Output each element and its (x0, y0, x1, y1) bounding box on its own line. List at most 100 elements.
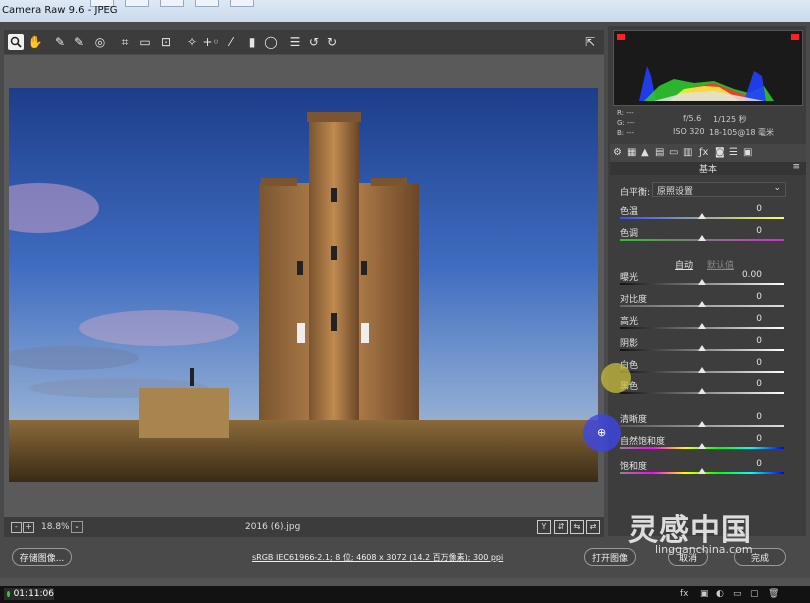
slider-thumb[interactable] (698, 421, 706, 427)
slider-thumb[interactable] (698, 323, 706, 329)
before-after-icon[interactable]: Y (537, 520, 551, 534)
split-toning-tab-icon[interactable]: ▭ (669, 147, 678, 158)
tone-curve-tab-icon[interactable]: ▦ (627, 147, 636, 158)
save-image-button[interactable]: 存储图像... (12, 548, 72, 566)
presets-tab-icon[interactable]: ☰ (729, 147, 738, 158)
slider-value[interactable]: 0 (740, 204, 762, 214)
zoom-level[interactable]: 18.8% (41, 522, 70, 532)
basic-tab-icon[interactable]: ⚙ (613, 147, 622, 158)
slider-value[interactable]: 0.00 (740, 270, 762, 280)
iso: ISO 320 (673, 127, 705, 136)
slider-label: 色温 (620, 207, 639, 217)
slider-label: 自然饱和度 (620, 437, 666, 447)
slider-value[interactable]: 0 (740, 336, 762, 346)
slider-thumb[interactable] (698, 213, 706, 219)
hand-icon[interactable]: ✋ (27, 34, 43, 50)
slider-value[interactable]: 0 (740, 459, 762, 469)
slider-value[interactable]: 0 (740, 292, 762, 302)
section-title: 基本 ≡ (610, 162, 806, 175)
mask-icon[interactable]: ▣ (700, 589, 709, 599)
hsl-tab-icon[interactable]: ▤ (655, 147, 664, 158)
trash-icon[interactable]: 🗑 (768, 589, 779, 599)
window-tab[interactable] (230, 0, 254, 7)
transform-icon[interactable]: ⊡ (158, 34, 174, 50)
open-image-button[interactable]: 打开图像 (584, 548, 636, 566)
crop-icon[interactable]: ⌗ (117, 34, 133, 50)
slider-label: 清晰度 (620, 415, 648, 425)
new-layer-icon[interactable]: ▢ (750, 589, 759, 599)
timer-value: 01:11:06 (13, 589, 54, 599)
detail-tab-icon[interactable]: ▲ (641, 147, 649, 158)
fx-icon[interactable]: fx (680, 589, 689, 599)
slider-value[interactable]: 0 (740, 379, 762, 389)
slider-thumb[interactable] (698, 301, 706, 307)
rotate-right-icon[interactable]: ↻ (324, 34, 340, 50)
straighten-icon[interactable]: ▭ (137, 34, 153, 50)
lens: 18-105@18 毫米 (709, 128, 775, 137)
target-adjust-icon[interactable]: ◎ (92, 34, 108, 50)
white-balance-label: 白平衡: (620, 188, 651, 198)
zoom-in-button[interactable]: + (23, 522, 34, 533)
adjustment-icon[interactable]: ◐ (716, 589, 724, 599)
rotate-left-icon[interactable]: ↺ (306, 34, 322, 50)
slider-thumb[interactable] (698, 468, 706, 474)
image-preview[interactable] (9, 88, 598, 482)
panel-tabs: ⚙ ▦ ▲ ▤ ▭ ▥ ƒx ◙ ☰ ▣ (610, 144, 806, 162)
toggle-settings-icon[interactable]: ⇄ (586, 520, 600, 534)
histogram (613, 30, 803, 106)
fx-tab-icon[interactable]: ƒx (699, 147, 708, 158)
slider-thumb[interactable] (698, 388, 706, 394)
auto-link[interactable]: 自动 (675, 258, 693, 271)
panel-menu-icon[interactable]: ≡ (792, 162, 800, 172)
fullscreen-icon[interactable]: ⇱ (582, 34, 598, 50)
slider-value[interactable]: 0 (740, 434, 762, 444)
slider-value[interactable]: 0 (740, 226, 762, 236)
camera-calibration-tab-icon[interactable]: ◙ (715, 147, 725, 158)
recording-timer: 01:11:06 (4, 588, 54, 600)
filename: 2016 (6).jpg (245, 522, 301, 532)
zoom-dropdown-icon[interactable]: ⌄ (71, 521, 83, 533)
graduated-filter-icon[interactable]: ▮ (244, 34, 260, 50)
r-readout: R: --- (617, 109, 634, 117)
swap-settings-icon[interactable]: ⇵ (554, 520, 568, 534)
slider-thumb[interactable] (698, 345, 706, 351)
window-tab[interactable] (195, 0, 219, 7)
slider-thumb[interactable] (698, 443, 706, 449)
cursor-highlight (601, 363, 631, 393)
radial-filter-icon[interactable]: ◯ (263, 34, 279, 50)
snapshots-tab-icon[interactable]: ▣ (743, 147, 752, 158)
default-link[interactable]: 默认值 (707, 258, 734, 271)
color-sampler-icon[interactable]: ✎ (71, 34, 87, 50)
highlight-clipping-icon (791, 34, 799, 40)
toolbar: ✋ ✎ ✎ ◎ ⌗ ▭ ⊡ ✧ +◦ ⁄ ▮ ◯ ☰ ↺ ↻ ⇱ (4, 30, 604, 54)
window-tab[interactable] (160, 0, 184, 7)
chevron-down-icon: ⌄ (773, 183, 781, 193)
slider-value[interactable]: 0 (740, 358, 762, 368)
b-readout: B: --- (617, 129, 634, 137)
copy-settings-icon[interactable]: ⇆ (570, 520, 584, 534)
slider-thumb[interactable] (698, 367, 706, 373)
pointer-cursor-icon: ⊕ (597, 426, 607, 439)
taskbar: fx ▣ ◐ ▭ ▢ 🗑 (0, 586, 810, 603)
slider-value[interactable]: 0 (740, 314, 762, 324)
slider-label: 曝光 (620, 273, 639, 283)
slider-thumb[interactable] (698, 279, 706, 285)
slider-thumb[interactable] (698, 235, 706, 241)
white-balance-icon[interactable]: ✎ (52, 34, 68, 50)
zoom-icon[interactable] (8, 34, 24, 50)
list-icon[interactable]: ☰ (287, 34, 303, 50)
red-eye-icon[interactable]: +◦ (202, 34, 219, 50)
status-bar: - + 18.8% ⌄ 2016 (6).jpg Y ⇵ ⇆ ⇄ (4, 517, 604, 537)
zoom-out-button[interactable]: - (11, 522, 22, 533)
aperture: f/5.6 (683, 114, 702, 123)
brush-icon[interactable]: ⁄ (223, 34, 239, 50)
window-tab[interactable] (125, 0, 149, 7)
spot-removal-icon[interactable]: ✧ (184, 34, 200, 50)
slider-label: 对比度 (620, 295, 648, 305)
slider-value[interactable]: 0 (740, 412, 762, 422)
white-balance-select[interactable]: 原照设置 ⌄ (652, 182, 786, 197)
lens-tab-icon[interactable]: ▥ (683, 147, 692, 158)
workflow-options-link[interactable]: sRGB IEC61966-2.1; 8 位; 4608 x 3072 (14.… (252, 552, 503, 563)
camera-info: R: --- G: --- B: --- f/5.6 1/125 秒 ISO 3… (613, 106, 801, 142)
folder-icon[interactable]: ▭ (733, 589, 742, 599)
